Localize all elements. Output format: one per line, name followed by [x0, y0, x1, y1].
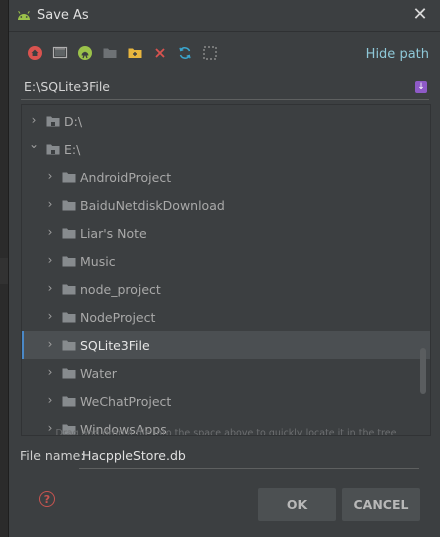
tree-row-label: node_project	[80, 282, 161, 297]
tree-row[interactable]: › Liar's Note	[22, 219, 430, 247]
folder-icon	[62, 200, 76, 211]
tree-row-label: D:\	[64, 114, 83, 129]
folder-icon	[62, 284, 76, 295]
close-button[interactable]: ✕	[410, 5, 430, 25]
tree-row[interactable]: › WeChatProject	[22, 387, 430, 415]
folder-icon	[62, 368, 76, 379]
tree-row-label: Music	[80, 254, 116, 269]
chevron-right-icon[interactable]: ›	[44, 282, 56, 294]
dialog-title: Save As	[37, 8, 89, 23]
folder-icon	[62, 396, 76, 407]
show-hidden-icon[interactable]	[202, 45, 218, 61]
title-bar: Save As ✕	[9, 0, 440, 32]
chevron-down-icon[interactable]: ⌄	[28, 138, 40, 150]
path-value[interactable]: E:\SQLite3File	[24, 79, 110, 94]
chevron-right-icon[interactable]: ›	[44, 254, 56, 266]
desktop-icon[interactable]	[52, 45, 68, 61]
folder-icon	[62, 256, 76, 267]
chevron-right-icon[interactable]: ›	[28, 114, 40, 126]
refresh-icon[interactable]	[177, 45, 193, 61]
tree-row[interactable]: › NodeProject	[22, 303, 430, 331]
help-icon[interactable]: ?	[39, 491, 55, 507]
save-as-dialog: Save As ✕ Hide path E:\SQLite3File ↓ › D…	[9, 0, 440, 537]
tree-row-label: Water	[80, 366, 117, 381]
chevron-right-icon[interactable]: ›	[44, 310, 56, 322]
chevron-right-icon[interactable]: ›	[44, 170, 56, 182]
path-dropdown-icon[interactable]: ↓	[415, 81, 427, 93]
folder-icon	[62, 340, 76, 351]
chevron-right-icon[interactable]: ›	[44, 338, 56, 350]
chevron-right-icon[interactable]: ›	[44, 198, 56, 210]
tree-row-label: AndroidProject	[80, 170, 172, 185]
tree-row[interactable]: › SQLite3File	[22, 331, 430, 359]
delete-icon[interactable]	[152, 45, 168, 61]
folder-icon	[62, 228, 76, 239]
folder-icon[interactable]	[102, 45, 118, 61]
tree-row[interactable]: ⌄ E:\	[22, 135, 430, 163]
tree-row[interactable]: › AndroidProject	[22, 163, 430, 191]
hide-path-link[interactable]: Hide path	[366, 47, 429, 62]
ok-button[interactable]: OK	[258, 488, 336, 521]
drive-folder-icon	[46, 116, 60, 127]
cancel-button[interactable]: CANCEL	[342, 488, 420, 521]
tree-row-label: BaiduNetdiskDownload	[80, 198, 225, 213]
tree-row-label: Liar's Note	[80, 226, 147, 241]
tree-hint: Drag and drop a file into the space abov…	[55, 428, 397, 436]
path-field[interactable]: E:\SQLite3File ↓	[21, 75, 429, 100]
tree-row[interactable]: › BaiduNetdiskDownload	[22, 191, 430, 219]
tree-row-label: WeChatProject	[80, 394, 172, 409]
tree-row[interactable]: › node_project	[22, 275, 430, 303]
tree-row-label: NodeProject	[80, 310, 156, 325]
new-folder-icon[interactable]	[127, 45, 143, 61]
file-name-value[interactable]: HacppleStore.db	[82, 448, 186, 463]
drive-folder-icon	[46, 144, 60, 155]
chevron-right-icon[interactable]: ›	[44, 366, 56, 378]
folder-icon	[62, 312, 76, 323]
tree-row[interactable]: › D:\	[22, 107, 430, 135]
file-tree[interactable]: › D:\ ⌄ E:\ › AndroidProject › BaiduNetdiskDown…	[21, 104, 431, 436]
tree-row[interactable]: › Music	[22, 247, 430, 275]
tree-row-label: SQLite3File	[80, 338, 150, 353]
tree-row[interactable]: › Water	[22, 359, 430, 387]
file-name-label: File name:	[20, 448, 85, 463]
android-icon	[18, 10, 30, 20]
android-project-icon[interactable]	[77, 45, 93, 61]
folder-icon	[62, 172, 76, 183]
tree-row-label: E:\	[64, 142, 81, 157]
tree-scrollbar[interactable]	[420, 348, 426, 394]
chevron-right-icon[interactable]: ›	[44, 226, 56, 238]
file-name-field[interactable]: HacppleStore.db	[79, 444, 419, 469]
chevron-right-icon[interactable]: ›	[44, 394, 56, 406]
home-icon[interactable]	[27, 45, 43, 61]
